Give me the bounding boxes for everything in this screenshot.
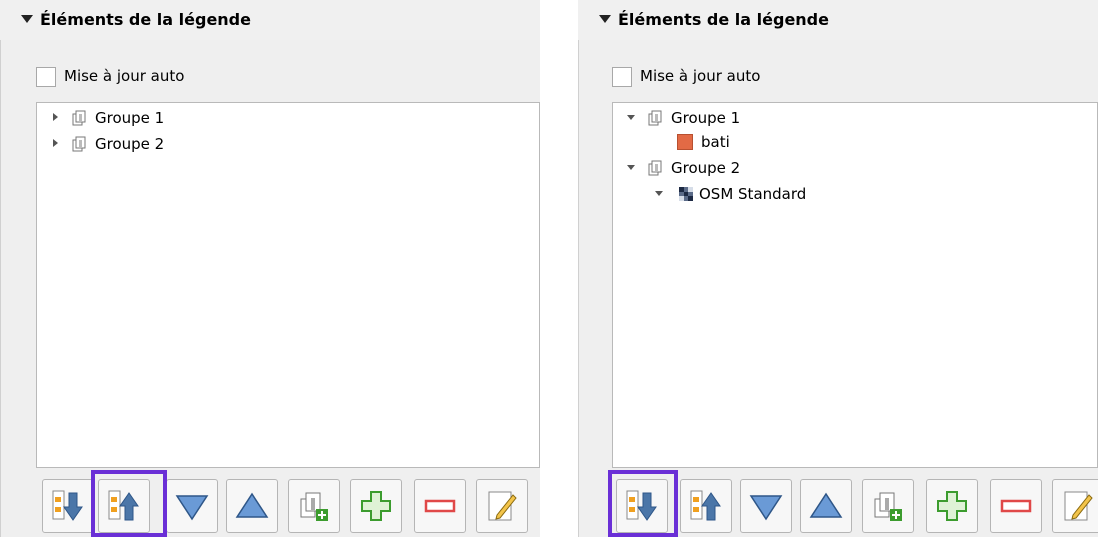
- add-group-icon: [874, 492, 902, 521]
- collapse-arrow-icon[interactable]: [21, 15, 33, 23]
- tree-item-label: Groupe 2: [671, 159, 741, 177]
- tree-item-label: Groupe 1: [671, 109, 741, 127]
- symbol-swatch-icon: [677, 134, 693, 150]
- legend-tree[interactable]: Groupe 1 Groupe 2: [36, 102, 540, 468]
- triangle-down-icon: [175, 495, 209, 521]
- collapse-arrow-icon[interactable]: [599, 15, 611, 23]
- auto-update-label: Mise à jour auto: [64, 67, 185, 85]
- remove-item-button[interactable]: [990, 479, 1042, 533]
- add-item-icon: [361, 491, 391, 521]
- add-group-button[interactable]: [288, 479, 340, 533]
- raster-layer-icon: [679, 187, 693, 201]
- triangle-up-icon: [809, 492, 843, 518]
- edit-item-icon: [488, 491, 517, 521]
- collapse-arrow-icon[interactable]: [627, 165, 635, 170]
- add-item-icon: [937, 491, 967, 521]
- group-icon: [648, 110, 662, 126]
- auto-update-checkbox[interactable]: [612, 67, 632, 87]
- edit-item-button[interactable]: [1052, 479, 1098, 533]
- group-icon: [72, 110, 86, 126]
- tree-item-label: OSM Standard: [699, 185, 807, 203]
- move-down-button[interactable]: [42, 479, 94, 533]
- legend-items-header[interactable]: Éléments de la légende: [578, 0, 1098, 41]
- add-group-button[interactable]: [862, 479, 914, 533]
- move-up-icon: [690, 490, 721, 521]
- highlight-move-down: [608, 470, 678, 537]
- tree-item-label: Groupe 2: [95, 135, 165, 153]
- add-item-button[interactable]: [350, 479, 402, 533]
- triangle-up-icon: [235, 492, 269, 518]
- remove-item-icon: [1000, 499, 1032, 513]
- edit-item-icon: [1064, 491, 1093, 521]
- move-down-icon: [52, 490, 83, 521]
- expand-arrow-icon[interactable]: [53, 113, 58, 121]
- move-item-up-button[interactable]: [800, 479, 852, 533]
- add-group-icon: [300, 492, 328, 521]
- legend-panel-left: Éléments de la légende Mise à jour auto …: [0, 0, 540, 537]
- auto-update-checkbox[interactable]: [36, 67, 56, 87]
- group-icon: [648, 160, 662, 176]
- move-item-down-button[interactable]: [166, 479, 218, 533]
- move-item-up-button[interactable]: [226, 479, 278, 533]
- remove-item-icon: [424, 499, 456, 513]
- group-icon: [72, 136, 86, 152]
- collapse-arrow-icon[interactable]: [627, 115, 635, 120]
- legend-items-title: Éléments de la légende: [40, 10, 251, 29]
- legend-toolbar: [612, 475, 1098, 537]
- auto-update-label: Mise à jour auto: [640, 67, 761, 85]
- tree-item-label: Groupe 1: [95, 109, 165, 127]
- highlight-move-up: [91, 470, 167, 537]
- expand-arrow-icon[interactable]: [53, 139, 58, 147]
- move-item-down-button[interactable]: [740, 479, 792, 533]
- edit-item-button[interactable]: [476, 479, 528, 533]
- remove-item-button[interactable]: [414, 479, 466, 533]
- add-item-button[interactable]: [926, 479, 978, 533]
- legend-items-title: Éléments de la légende: [618, 10, 829, 29]
- move-up-button[interactable]: [680, 479, 732, 533]
- legend-tree[interactable]: Groupe 1 bati Groupe 2 OSM Standard: [612, 102, 1098, 468]
- legend-items-header[interactable]: Éléments de la légende: [0, 0, 540, 41]
- triangle-down-icon: [749, 495, 783, 521]
- collapse-arrow-icon[interactable]: [655, 191, 663, 196]
- legend-panel-right: Éléments de la légende Mise à jour auto …: [578, 0, 1098, 537]
- tree-item-label: bati: [701, 133, 730, 151]
